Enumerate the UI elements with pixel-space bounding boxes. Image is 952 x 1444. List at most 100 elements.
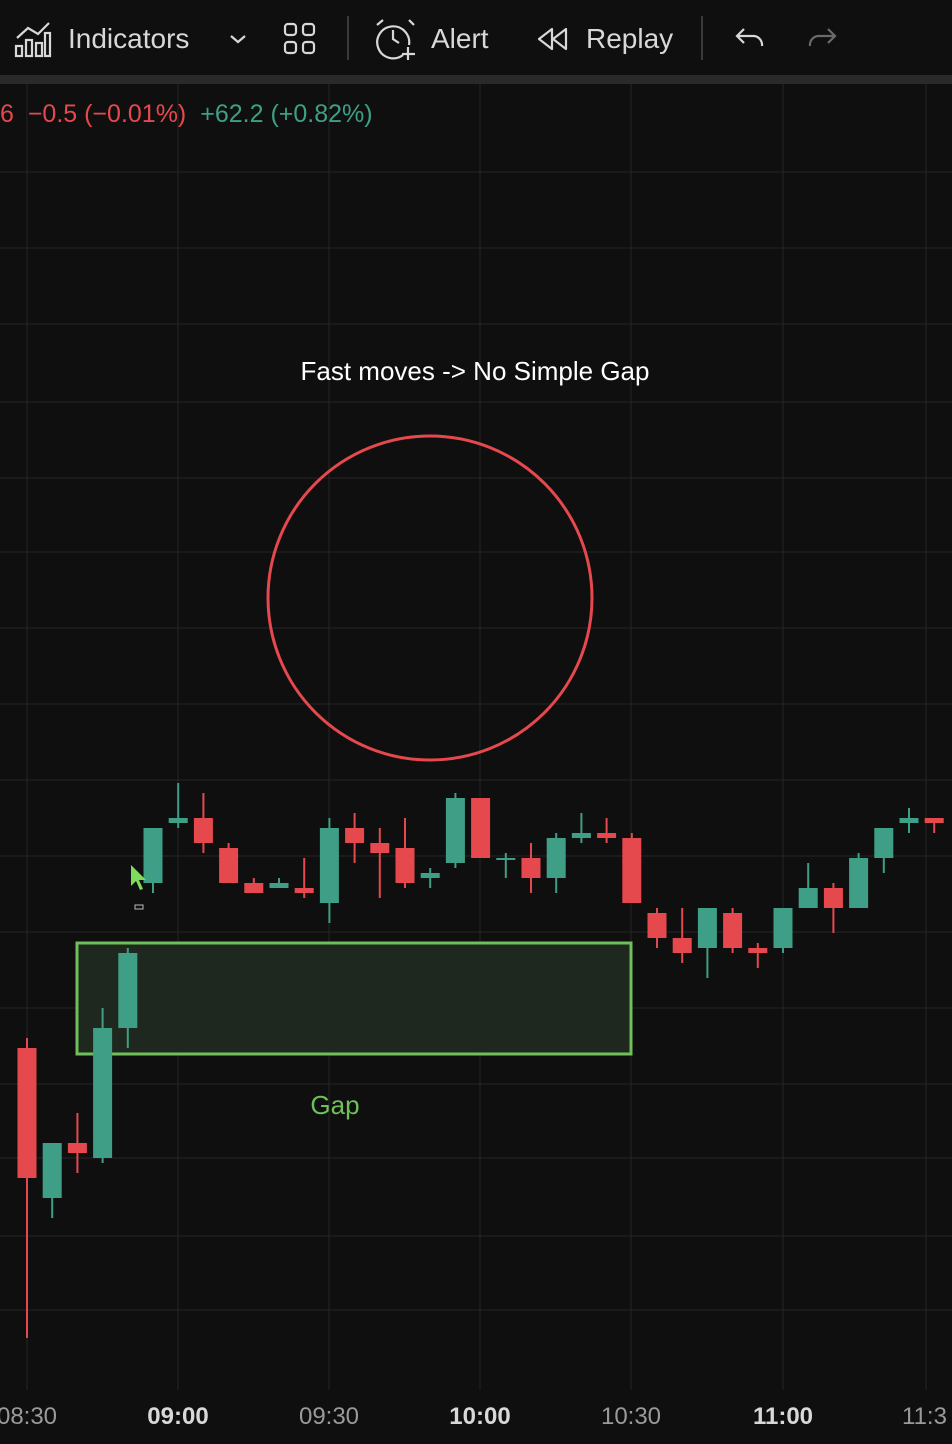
alert-label: Alert <box>431 23 489 54</box>
candle-body <box>445 798 465 863</box>
replay-label: Replay <box>586 23 674 54</box>
x-axis-tick-label: 09:00 <box>147 1403 208 1430</box>
x-axis-tick-label: 08:30 <box>0 1403 57 1430</box>
candle-body <box>496 858 516 860</box>
candle-body <box>773 908 793 948</box>
rewind-icon <box>537 27 568 51</box>
candle-0845 <box>93 1008 113 1163</box>
redo-button[interactable] <box>806 18 840 60</box>
candle-1115 <box>849 853 869 908</box>
candle-1120 <box>874 828 894 873</box>
candle-1055 <box>748 943 768 968</box>
candle-0915 <box>244 878 264 893</box>
candle-0930 <box>319 818 339 923</box>
candle-0925 <box>294 858 314 898</box>
redo-icon <box>808 28 837 47</box>
candle-body <box>823 888 843 908</box>
candle-1000 <box>471 798 491 858</box>
circle-note-text: Fast moves -> No Simple Gap <box>301 356 650 386</box>
candle-1105 <box>798 863 818 908</box>
legend-change-positive: +62.2 (+0.82%) <box>200 100 373 128</box>
candle-body <box>571 833 591 838</box>
legend-price-partial: 6 <box>0 100 14 128</box>
candle-1040 <box>672 908 692 963</box>
ohlc-legend: 6 −0.5 (−0.01%) +62.2 (+0.82%) <box>0 100 373 129</box>
candle-body <box>345 828 365 843</box>
candle-0950 <box>420 868 440 888</box>
chevron-down-icon <box>230 35 246 44</box>
x-axis-tick-label: 11:3 <box>902 1403 947 1430</box>
candle-body <box>546 838 566 878</box>
candle-1030 <box>622 833 642 903</box>
indicators-dropdown[interactable] <box>226 18 250 60</box>
candlestick-chart[interactable]: Fast moves -> No Simple Gap Gap 08:30 09:0… <box>0 84 952 1444</box>
candle-1015 <box>546 833 566 893</box>
undo-button[interactable] <box>732 18 766 60</box>
candle-body <box>597 833 617 838</box>
toolbar-divider <box>347 16 349 60</box>
candle-body <box>748 948 768 953</box>
circle-annotation[interactable] <box>266 434 594 762</box>
candle-body <box>67 1143 87 1153</box>
candle-0910 <box>219 843 239 883</box>
candle-0920 <box>269 878 289 888</box>
candle-1130 <box>924 818 944 833</box>
candle-1045 <box>697 908 717 978</box>
top-toolbar: Indicators Alert Replay <box>0 0 952 76</box>
candle-body <box>370 843 390 853</box>
candle-1125 <box>899 808 919 833</box>
candle-0840 <box>67 1113 87 1173</box>
candle-1025 <box>597 818 617 843</box>
candle-body <box>294 888 314 893</box>
candle-body <box>849 858 869 908</box>
candle-body <box>471 798 491 858</box>
candle-0905 <box>193 793 213 853</box>
candle-1010 <box>521 843 541 893</box>
candle-body <box>647 913 667 938</box>
candle-body <box>798 888 818 908</box>
candle-body <box>17 1048 37 1178</box>
layout-button[interactable] <box>282 18 318 60</box>
replay-button[interactable]: Replay <box>536 18 673 60</box>
candle-body <box>269 883 289 888</box>
x-axis-tick-label: 10:00 <box>449 1403 510 1430</box>
x-axis-tick-label: 09:30 <box>299 1403 359 1430</box>
candle-body <box>521 858 541 878</box>
candle-body <box>244 883 264 893</box>
gap-zone-rectangle[interactable] <box>75 941 633 1056</box>
mouse-cursor-icon <box>131 865 146 910</box>
candle-0900 <box>168 783 188 828</box>
candle-body <box>874 828 894 858</box>
candle-body <box>42 1143 62 1198</box>
gap-label-text: Gap <box>310 1090 359 1120</box>
candle-body <box>193 818 213 843</box>
alarm-clock-plus-icon <box>376 19 415 60</box>
chart-bars-icon <box>14 22 52 58</box>
candle-1020 <box>571 813 591 843</box>
candle-body <box>899 818 919 823</box>
candle-body <box>924 818 944 823</box>
candle-0945 <box>395 818 415 888</box>
candle-body <box>723 913 743 948</box>
x-axis-tick-label: 10:30 <box>601 1403 661 1430</box>
candle-body <box>219 848 239 883</box>
toolbar-divider <box>701 16 703 60</box>
candle-body <box>319 828 339 903</box>
candle-1050 <box>723 908 743 953</box>
candle-1100 <box>773 908 793 953</box>
candle-0835 <box>42 1143 62 1218</box>
legend-change-negative: −0.5 (−0.01%) <box>27 100 187 128</box>
x-axis-tick-label: 11:00 <box>753 1403 813 1430</box>
candle-body <box>420 873 440 878</box>
candle-body <box>672 938 692 953</box>
candle-body <box>395 848 415 883</box>
candle-body <box>118 953 138 1028</box>
candle-body <box>697 908 717 948</box>
indicators-label: Indicators <box>68 23 190 54</box>
candle-1110 <box>823 883 843 933</box>
alert-button[interactable]: Alert <box>373 18 489 60</box>
indicators-button[interactable]: Indicators <box>14 18 189 60</box>
candle-0830 <box>17 1038 37 1338</box>
undo-icon <box>735 28 764 47</box>
candle-body <box>93 1028 113 1158</box>
